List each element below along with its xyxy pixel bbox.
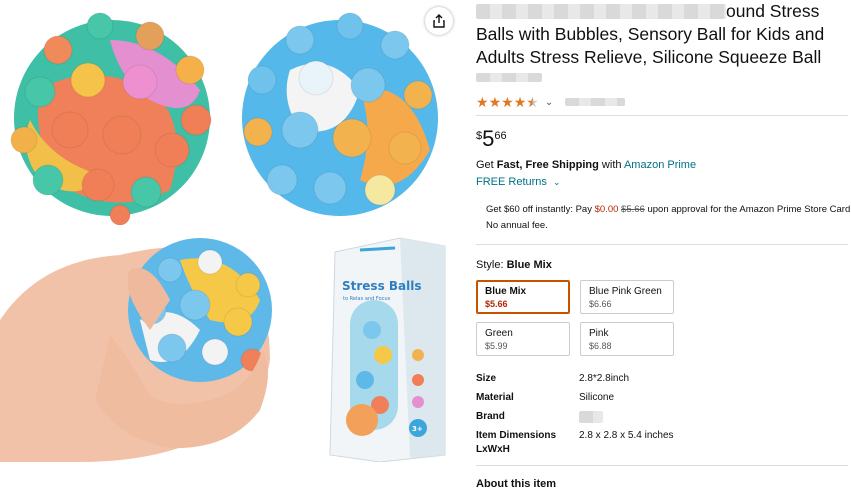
divider xyxy=(476,115,848,116)
package-subtitle: to Relax and Focus xyxy=(343,296,391,302)
swatch-name: Blue Mix xyxy=(485,286,527,297)
prime-card-promo[interactable]: Get $60 off instantly: Pay $0.00 $5.66 u… xyxy=(486,202,851,234)
free-returns-link[interactable]: FREE Returns xyxy=(476,176,547,188)
swatch-green[interactable]: Green $5.99 xyxy=(476,322,570,356)
chevron-down-icon[interactable]: ⌄ xyxy=(553,177,561,187)
swatch-price: $5.99 xyxy=(485,341,508,351)
stress-ball-blue-mix xyxy=(242,12,438,216)
style-swatches: Blue Mix $5.66 Blue Pink Green $6.66 Gre… xyxy=(476,280,776,356)
share-icon xyxy=(433,14,445,28)
spec-value: Silicone xyxy=(579,392,615,403)
chevron-down-icon[interactable]: ⌄ xyxy=(545,97,553,108)
style-label-prefix: Style: xyxy=(476,259,507,271)
product-title[interactable]: ound Stress Balls with Bubbles, Sensory … xyxy=(476,0,848,69)
share-button[interactable] xyxy=(425,7,453,35)
product-image-gallery[interactable]: Stress Balls to Relax and Focus 3+ xyxy=(0,0,462,463)
ratings-count-redacted[interactable] xyxy=(565,98,626,106)
spec-row-brand: Brand xyxy=(476,407,848,426)
shipping-mid: with xyxy=(598,159,624,171)
spec-value: 2.8*2.8inch xyxy=(579,373,630,384)
swatch-price: $5.66 xyxy=(485,299,508,309)
divider xyxy=(476,465,848,466)
amazon-prime-link[interactable]: Amazon Prime xyxy=(624,159,696,171)
product-image: Stress Balls to Relax and Focus 3+ xyxy=(0,12,446,463)
price: $ 5 66 xyxy=(476,128,848,154)
stress-ball-multicolor xyxy=(10,12,212,226)
spec-key: Item Dimensions LxWxH xyxy=(476,430,557,455)
about-this-item-heading: About this item xyxy=(476,478,557,490)
shipping-prefix: Get xyxy=(476,159,497,171)
product-details: ound Stress Balls with Bubbles, Sensory … xyxy=(476,0,851,490)
swatch-name: Pink xyxy=(589,328,609,339)
star-full-icon: ★ xyxy=(476,94,489,110)
spec-row-size: Size 2.8*2.8inch xyxy=(476,369,848,388)
star-full-icon: ★ xyxy=(501,94,514,110)
swatch-price: $6.88 xyxy=(589,341,612,351)
package-age: 3+ xyxy=(412,425,423,433)
package-brand-title: Stress Balls xyxy=(342,279,422,293)
spec-key: Size xyxy=(476,373,497,384)
store-link-redacted[interactable] xyxy=(476,73,542,82)
rating-row[interactable]: ★ ★ ★ ★ ★ ⌄ xyxy=(476,95,848,109)
price-fraction: 66 xyxy=(494,130,507,142)
swatch-name: Green xyxy=(485,328,513,339)
swatch-pink[interactable]: Pink $6.88 xyxy=(580,322,674,356)
shipping-bold: Fast, Free Shipping xyxy=(496,159,599,171)
brand-redacted xyxy=(579,411,603,423)
product-specs: Size 2.8*2.8inch Material Silicone Brand… xyxy=(476,369,848,457)
swatch-blue-mix[interactable]: Blue Mix $5.66 xyxy=(476,280,570,314)
star-full-icon: ★ xyxy=(488,94,502,110)
hand-squeezing-ball xyxy=(0,238,272,462)
spec-key: Brand xyxy=(476,411,505,422)
spec-row-material: Material Silicone xyxy=(476,388,848,407)
product-package-box xyxy=(329,237,446,463)
spec-key: Material xyxy=(476,392,514,403)
free-returns[interactable]: FREE Returns ⌄ xyxy=(476,175,848,190)
style-selected-value: Blue Mix xyxy=(506,259,552,271)
swatch-blue-pink-green[interactable]: Blue Pink Green $6.66 xyxy=(580,280,674,314)
swatch-price: $6.66 xyxy=(589,299,612,309)
promo-strike-price: $5.66 xyxy=(621,204,645,215)
star-full-icon: ★ xyxy=(513,94,527,110)
spec-row-dimensions: Item Dimensions LxWxH 2.8 x 2.8 x 5.4 in… xyxy=(476,429,848,457)
star-rating[interactable]: ★ ★ ★ ★ ★ xyxy=(476,95,539,109)
price-whole: 5 xyxy=(482,126,495,151)
style-label: Style: Blue Mix xyxy=(476,259,848,271)
swatch-name: Blue Pink Green xyxy=(589,286,662,297)
promo-text: Get $60 off instantly: Pay xyxy=(486,204,595,215)
shipping-info: Get Fast, Free Shipping with Amazon Prim… xyxy=(476,158,848,173)
promo-pay: $0.00 xyxy=(594,204,619,215)
star-half-icon: ★ xyxy=(526,94,539,110)
title-redacted xyxy=(476,4,726,19)
spec-value: 2.8 x 2.8 x 5.4 inches xyxy=(579,430,674,441)
divider xyxy=(476,244,848,245)
